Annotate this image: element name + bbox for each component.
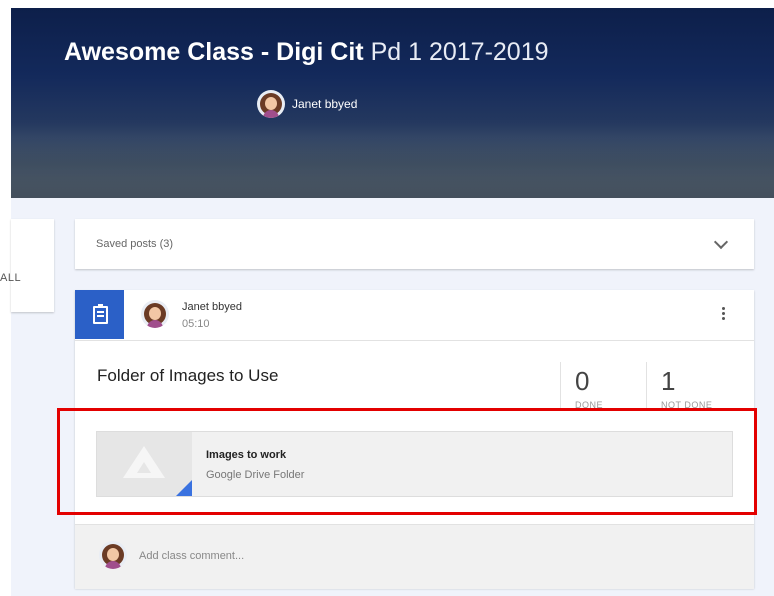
highlight-box bbox=[57, 408, 757, 515]
author-avatar bbox=[141, 300, 169, 328]
more-vert-icon[interactable] bbox=[722, 307, 726, 322]
assignment-title[interactable]: Folder of Images to Use bbox=[97, 366, 278, 386]
saved-posts-label: Saved posts (3) bbox=[96, 238, 174, 250]
teacher-info: Janet bbyed bbox=[257, 90, 357, 118]
class-comment-area[interactable]: Add class comment... bbox=[75, 524, 754, 589]
post-author: Janet bbyed bbox=[182, 301, 242, 313]
divider bbox=[75, 340, 754, 341]
class-title: Awesome Class - Digi Cit Pd 1 2017-2019 bbox=[64, 38, 549, 67]
assignment-icon bbox=[75, 290, 124, 339]
not-done-count: 1 bbox=[661, 366, 676, 396]
class-title-bold: Awesome Class - Digi Cit bbox=[64, 38, 364, 66]
divider bbox=[646, 362, 647, 410]
done-count: 0 bbox=[575, 366, 590, 396]
commenter-avatar bbox=[99, 541, 127, 569]
chevron-down-icon[interactable] bbox=[713, 234, 729, 250]
post-time: 05:10 bbox=[182, 318, 210, 330]
divider bbox=[560, 362, 561, 410]
teacher-name: Janet bbyed bbox=[292, 97, 358, 111]
saved-posts-bar[interactable]: Saved posts (3) bbox=[75, 219, 754, 269]
upcoming-card bbox=[11, 219, 54, 312]
class-title-light: Pd 1 2017-2019 bbox=[370, 38, 549, 66]
comment-input[interactable]: Add class comment... bbox=[139, 550, 244, 562]
class-banner: Awesome Class - Digi Cit Pd 1 2017-2019 … bbox=[11, 8, 774, 198]
teacher-avatar bbox=[257, 90, 285, 118]
view-all-link[interactable]: ALL bbox=[0, 272, 21, 284]
